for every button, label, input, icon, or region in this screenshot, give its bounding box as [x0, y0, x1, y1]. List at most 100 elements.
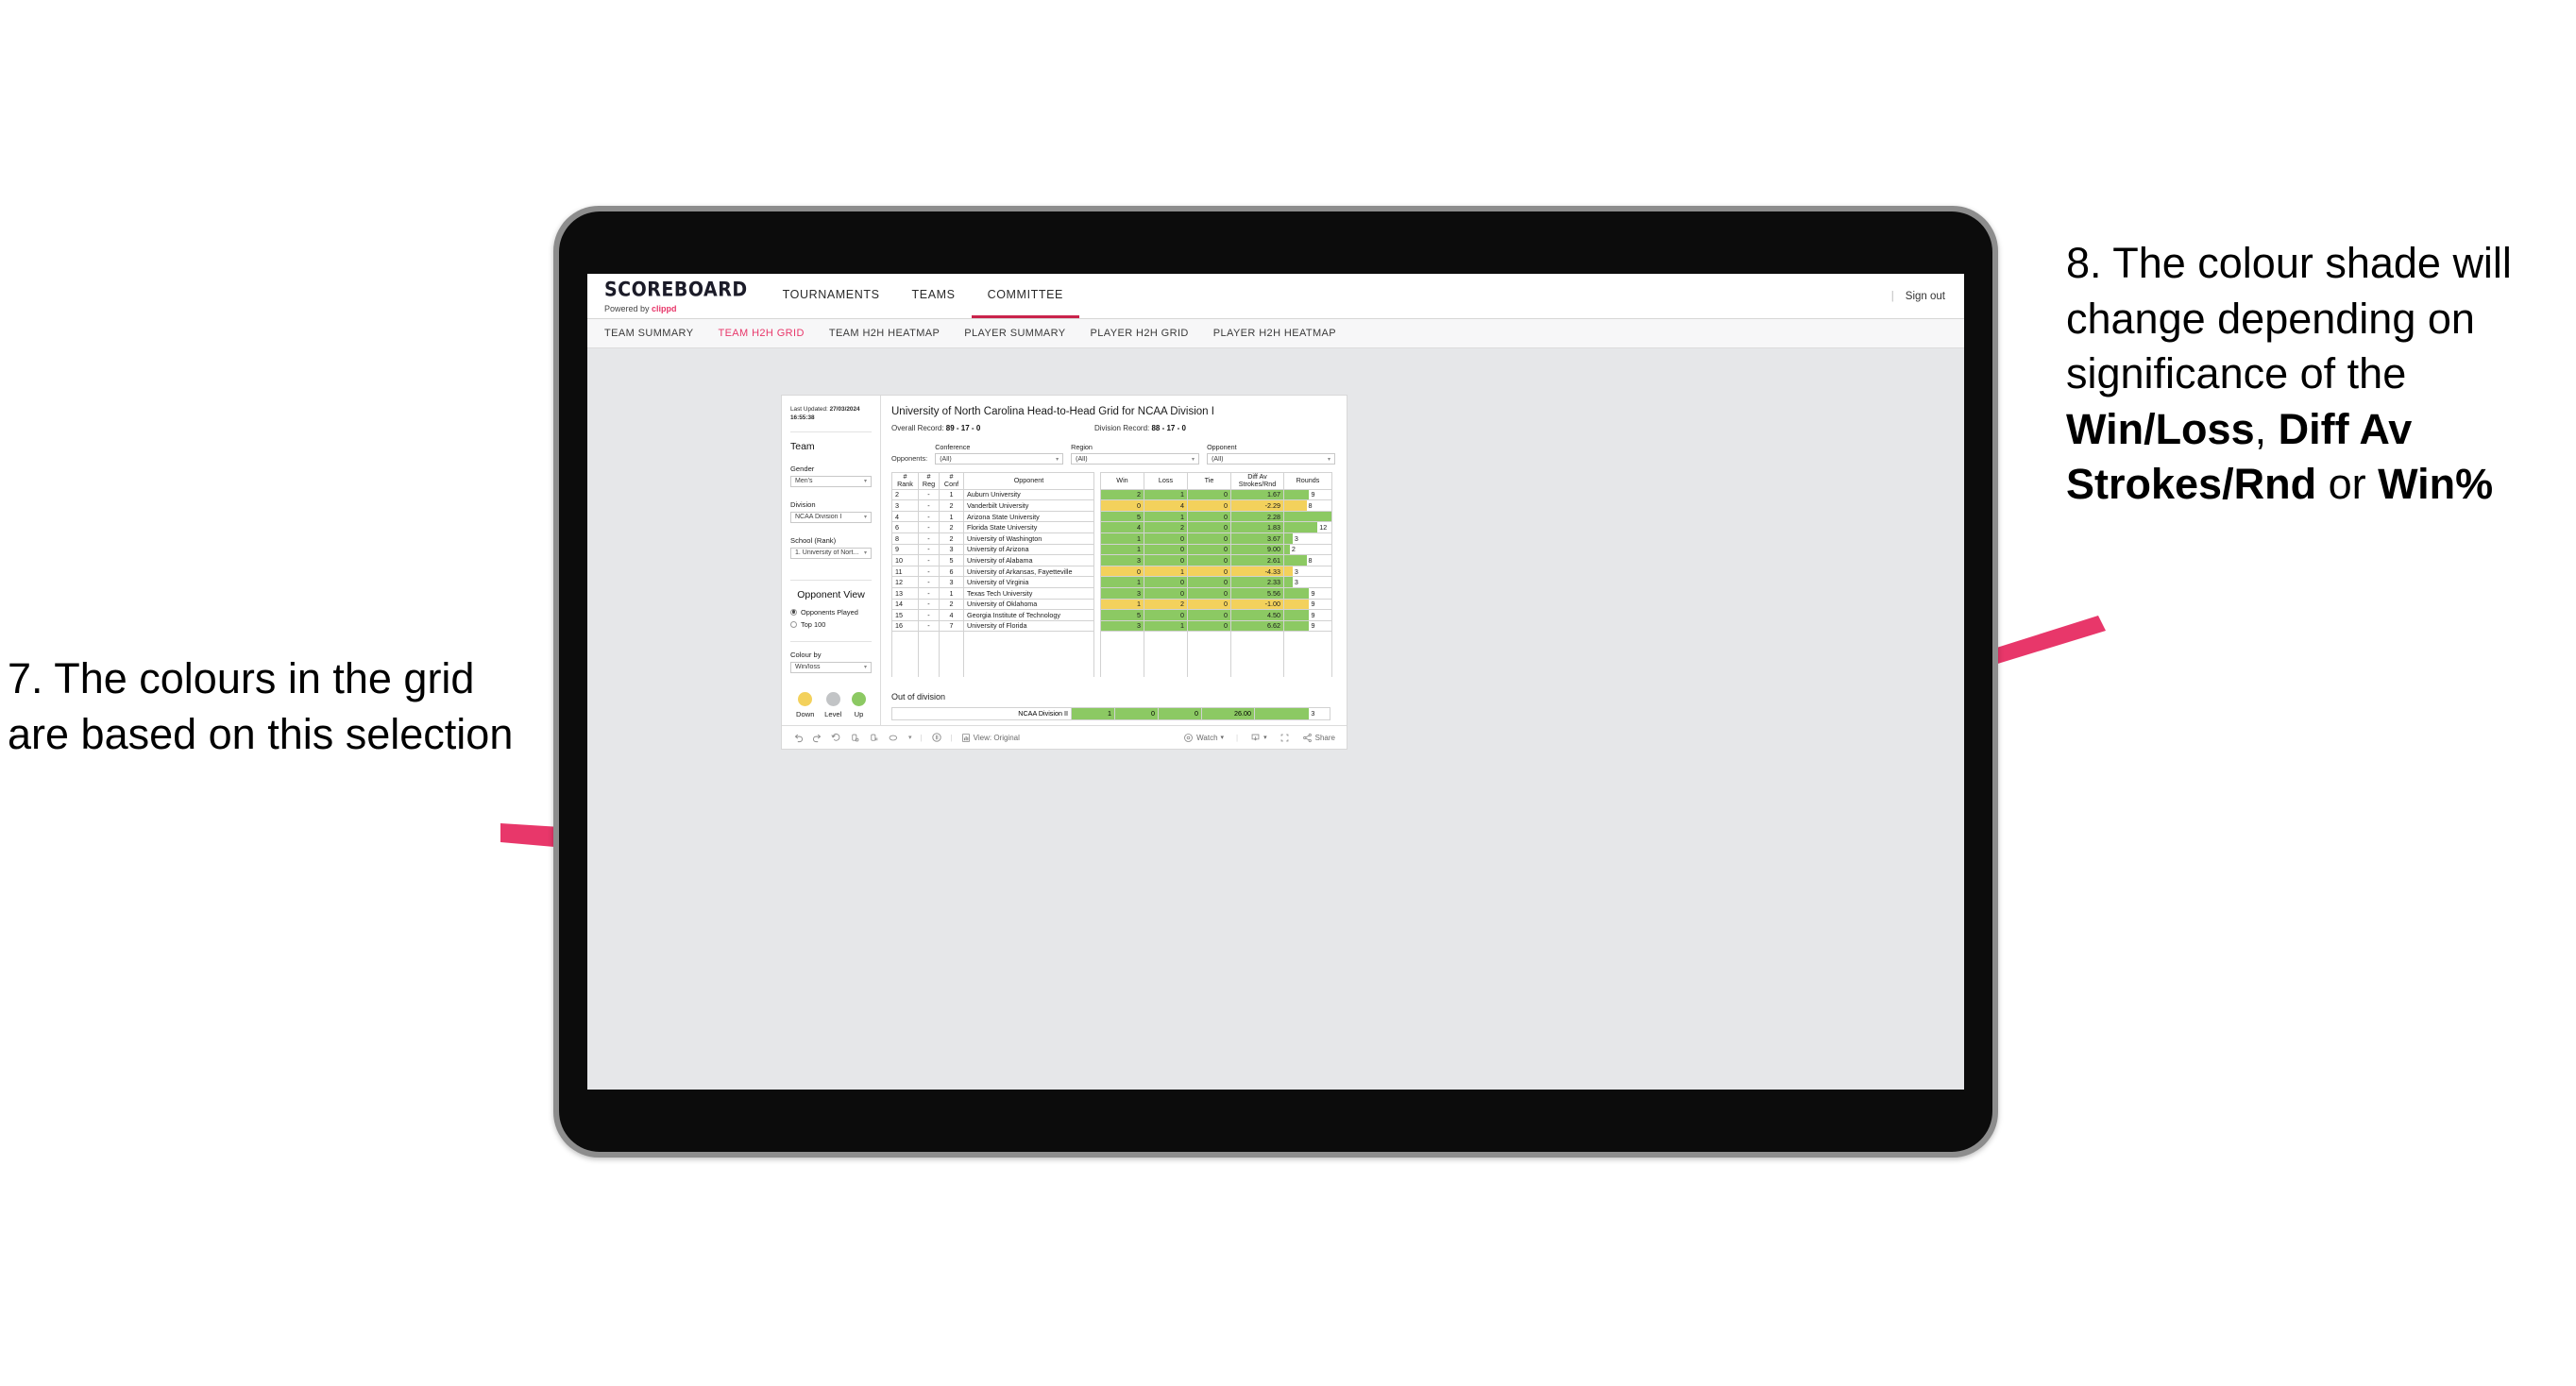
ood-rounds-bar	[1255, 707, 1310, 719]
chevron-down-icon: ▾	[863, 479, 867, 485]
chevron-down-icon: ▾	[863, 550, 867, 557]
cell-tie: 0	[1187, 532, 1231, 545]
col-header-opponent[interactable]: Opponent	[963, 472, 1094, 490]
fullscreen-icon[interactable]	[1280, 733, 1290, 743]
tablet-device: SCOREBOARD Powered by clippd TOURNAMENTS…	[553, 206, 1998, 1158]
share-button[interactable]: Share	[1302, 733, 1335, 743]
subnav-item-player-h2h-heatmap[interactable]: PLAYER H2H HEATMAP	[1213, 328, 1336, 339]
cell-loss: 1	[1144, 619, 1188, 633]
cell-win: 5	[1100, 609, 1144, 621]
cell-gap	[1093, 620, 1101, 632]
radio-opponents-played[interactable]: Opponents Played	[790, 608, 872, 617]
highlight-icon[interactable]	[888, 733, 900, 743]
table-row[interactable]: 3-2 Vanderbilt University 0 4 0 -2.29 8	[891, 499, 1332, 512]
cell-loss: 0	[1144, 554, 1188, 566]
col-header-tie[interactable]: Tie	[1187, 472, 1231, 490]
pause-icon[interactable]	[931, 732, 942, 743]
cell-loss: 0	[1144, 609, 1188, 621]
table-row[interactable]: 9-3 University of Arizona 1 0 0 9.00 2	[891, 543, 1332, 556]
legend-caption-down: Down	[796, 709, 815, 718]
watch-button[interactable]: Watch ▾	[1183, 733, 1224, 743]
cell-opponent: Arizona State University	[963, 510, 1094, 523]
app-logo[interactable]: SCOREBOARD Powered by clippd	[587, 274, 767, 318]
table-row[interactable]: 14-2 University of Oklahoma 1 2 0 -1.00 9	[891, 598, 1332, 611]
col-header-rounds[interactable]: Rounds	[1283, 472, 1332, 490]
table-row[interactable]: 12-3 University of Virginia 1 0 0 2.33 3	[891, 576, 1332, 588]
table-row[interactable]: 10-5 University of Alabama 3 0 0 2.61 8	[891, 554, 1332, 566]
col-header-rank[interactable]: # Rank	[891, 472, 919, 490]
table-row[interactable]: 4-1Arizona State University5102.2817	[891, 510, 1332, 523]
cell-win: 1	[1100, 576, 1144, 588]
sign-out-link[interactable]: Sign out	[1906, 291, 1945, 302]
pane-divider-1	[790, 431, 872, 432]
cell-win: 3	[1100, 619, 1144, 633]
table-row[interactable]: 8-2 University of Washington 1 0 0 3.67 3	[891, 532, 1332, 545]
out-of-division-row[interactable]: NCAA Division II 1 0 0 26.00 3	[891, 706, 1330, 720]
ood-rounds-value: 3	[1311, 709, 1315, 718]
subnav-item-team-h2h-heatmap[interactable]: TEAM H2H HEATMAP	[829, 328, 940, 339]
toolbar-separator-1: |	[920, 733, 923, 742]
school-rank-select[interactable]: 1. University of Nort... ▾	[790, 547, 872, 559]
cell-diff: 5.56	[1230, 586, 1284, 600]
nav-item-tournaments[interactable]: TOURNAMENTS	[767, 274, 896, 318]
overall-record-value: 89 - 17 - 0	[945, 424, 981, 432]
colour-by-select[interactable]: Win/loss ▾	[790, 661, 872, 673]
logo-wordmark: SCOREBOARD	[604, 278, 748, 301]
table-row[interactable]: 15-4 Georgia Institute of Technology 5 0 0 4.…	[891, 609, 1332, 621]
subnav-item-team-h2h-grid[interactable]: TEAM H2H GRID	[718, 328, 804, 339]
cell-loss: 2	[1144, 598, 1188, 611]
cell-blank	[918, 642, 940, 654]
pause-auto-update-icon[interactable]	[869, 733, 879, 743]
revert-icon[interactable]	[831, 733, 841, 743]
view-original-button[interactable]: View: Original	[961, 733, 1020, 743]
cell-loss: 0	[1144, 543, 1188, 556]
col-header-win[interactable]: Win	[1100, 472, 1144, 490]
cell-diff: -4.33	[1230, 565, 1284, 578]
gender-select[interactable]: Men's ▾	[790, 475, 872, 487]
secondary-nav: TEAM SUMMARY TEAM H2H GRID TEAM H2H HEAT…	[587, 319, 1964, 348]
table-row[interactable]: 13-1 Texas Tech University 3 0 0 5.56 9	[891, 586, 1332, 600]
rounds-value: 9	[1311, 588, 1315, 598]
radio-top-100[interactable]: Top 100	[790, 620, 872, 629]
cell-diff: -1.00	[1230, 598, 1284, 611]
table-row[interactable]: 11-6 University of Arkansas, Fayetteville…	[891, 565, 1332, 578]
cell-loss: 0	[1144, 576, 1188, 588]
nav-item-teams[interactable]: TEAMS	[896, 274, 972, 318]
table-row[interactable]: 16-7 University of Florida 3 1 0 6.62 9	[891, 619, 1332, 633]
cell-blank	[1230, 642, 1284, 654]
division-value: NCAA Division I	[795, 514, 842, 521]
annotation-left-text: 7. The colours in the grid are based on …	[8, 654, 514, 758]
cell-gap	[1093, 609, 1101, 621]
download-button[interactable]: ▾	[1250, 733, 1267, 743]
opponent-filter-select[interactable]: (All) ▾	[1207, 453, 1335, 465]
cell-win: 4	[1100, 521, 1144, 533]
subnav-item-player-summary[interactable]: PLAYER SUMMARY	[964, 328, 1065, 339]
table-row-blank	[891, 642, 1332, 654]
col-header-diff[interactable]: Diff Av Strokes/Rnd	[1230, 472, 1284, 490]
division-select[interactable]: NCAA Division I ▾	[790, 511, 872, 523]
nav-item-committee[interactable]: COMMITTEE	[971, 274, 1079, 318]
chevron-down-icon[interactable]: ▾	[908, 734, 912, 741]
col-header-reg[interactable]: # Reg	[918, 472, 940, 490]
cell-tie: 0	[1187, 521, 1231, 533]
table-row[interactable]: 6-2 Florida State University 4 2 0 1.83 12	[891, 521, 1332, 533]
subnav-item-player-h2h-grid[interactable]: PLAYER H2H GRID	[1091, 328, 1189, 339]
refresh-data-icon[interactable]	[850, 733, 860, 743]
cell-blank	[1283, 642, 1332, 654]
region-filter-select[interactable]: (All) ▾	[1071, 453, 1200, 465]
subnav-item-team-summary[interactable]: TEAM SUMMARY	[604, 328, 693, 339]
gender-value: Men's	[795, 478, 813, 485]
col-header-loss[interactable]: Loss	[1144, 472, 1188, 490]
app-topbar: SCOREBOARD Powered by clippd TOURNAMENTS…	[587, 274, 1964, 319]
conference-filter-select[interactable]: (All) ▾	[935, 453, 1064, 465]
cell-blank	[918, 653, 940, 666]
pane-divider-2	[790, 579, 872, 581]
undo-icon[interactable]	[793, 733, 804, 743]
cell-blank	[963, 653, 1094, 666]
cell-opponent: University of Arkansas, Fayetteville	[963, 565, 1094, 578]
cell-blank	[963, 665, 1094, 677]
redo-icon[interactable]	[812, 733, 822, 743]
cell-conf: 1	[939, 586, 964, 600]
col-header-conf[interactable]: # Conf	[939, 472, 964, 490]
table-row[interactable]: 2-1 Auburn University 2 1 0 1.67 9	[891, 488, 1332, 501]
